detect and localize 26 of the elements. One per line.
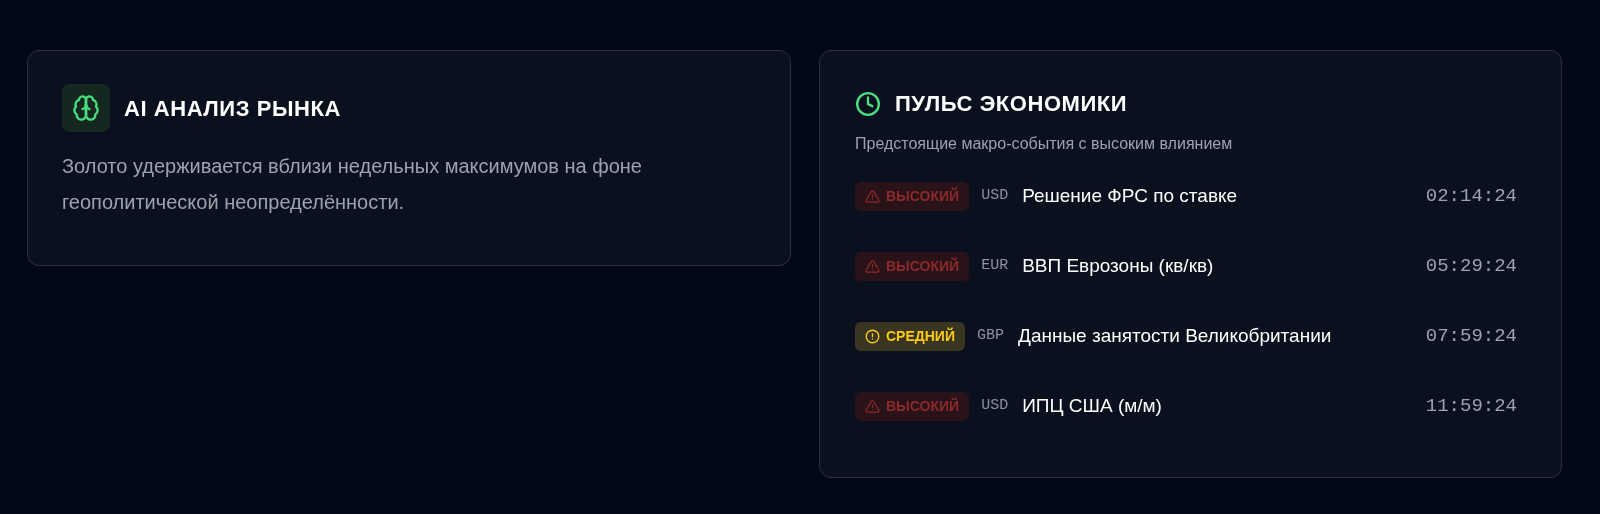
event-name: Решение ФРС по ставке: [1022, 184, 1239, 209]
warning-icon: [865, 399, 880, 414]
countdown-time: 07:59:24: [1425, 324, 1517, 350]
impact-badge: ВЫСОКИЙ: [855, 252, 970, 281]
alert-icon: [865, 329, 880, 344]
card-title: AI АНАЛИЗ РЫНКА: [124, 94, 341, 123]
warning-icon: [865, 189, 880, 204]
impact-badge: СРЕДНИЙ: [855, 322, 965, 351]
warning-icon: [865, 259, 880, 274]
event-name: ВВП Еврозоны (кв/кв): [1022, 254, 1215, 279]
countdown-time: 11:59:24: [1425, 394, 1517, 420]
brain-icon: [62, 84, 110, 132]
countdown-time: 05:29:24: [1425, 254, 1517, 280]
currency-code: USD: [981, 396, 1009, 417]
currency-code: USD: [981, 186, 1009, 207]
analysis-text: Золото удерживается вблизи недельных максимумов на фоне геополитической неопределённости.: [62, 154, 643, 215]
clock-icon: [855, 90, 881, 117]
impact-badge: ВЫСОКИЙ: [855, 182, 970, 211]
card-title: ПУЛЬС ЭКОНОМИКИ: [895, 90, 1128, 118]
card-subtitle: Предстоящие макро-события с высоким влиянием: [855, 134, 1234, 154]
impact-badge: ВЫСОКИЙ: [855, 392, 970, 421]
currency-code: EUR: [981, 256, 1009, 277]
currency-code: GBP: [977, 326, 1004, 347]
event-name: ИПЦ США (м/м): [1022, 394, 1163, 419]
countdown-time: 02:14:24: [1425, 184, 1517, 210]
event-name: Данные занятости Великобритании: [1018, 324, 1333, 349]
